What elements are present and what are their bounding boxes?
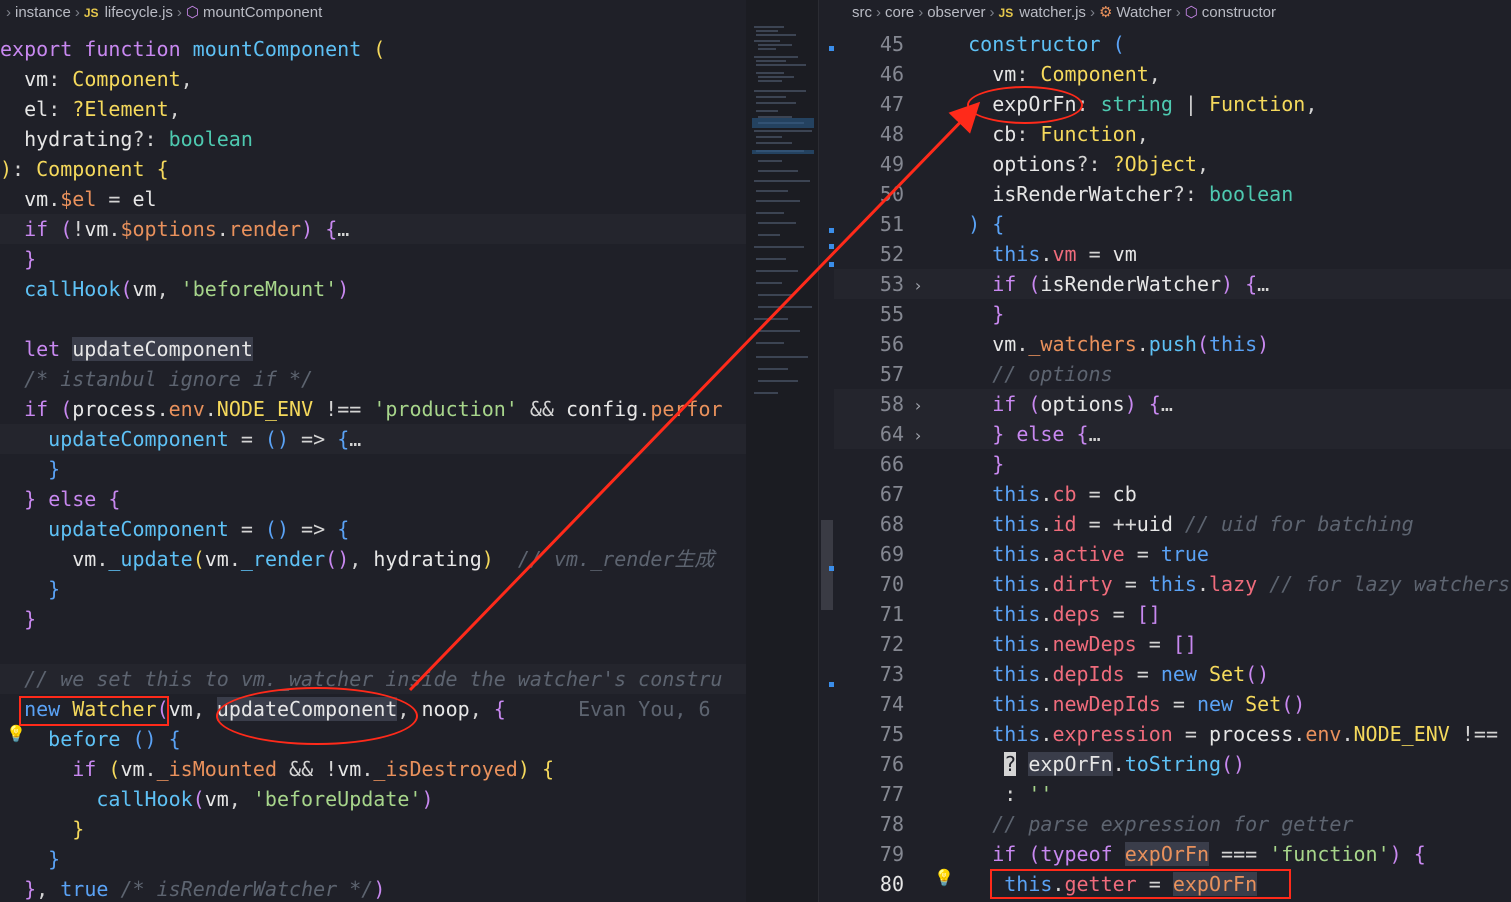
chevron-right-icon: › [918, 4, 924, 21]
breadcrumb-item-method[interactable]: constructor [1202, 4, 1276, 21]
code-line: 72 this.newDeps = [] [879, 632, 1197, 656]
code-line: 56 vm._watchers.push(this) [879, 332, 1270, 356]
vertical-scrollbar[interactable] [818, 0, 835, 902]
code-line: 74 this.newDepIds = new Set() [879, 692, 1306, 716]
code-line: } [48, 577, 61, 601]
code-line: }, true /* isRenderWatcher */) [24, 877, 386, 901]
chevron-right-icon: › [876, 4, 881, 21]
code-line: 53 › if (isRenderWatcher) {… [834, 269, 1511, 299]
code-line: } [24, 607, 37, 631]
new-watcher-highlight-box [19, 696, 169, 726]
minimap[interactable] [746, 0, 818, 902]
code-line: 52 this.vm = vm [879, 242, 1137, 266]
fold-chevron-icon[interactable]: › [904, 271, 932, 301]
chevron-right-icon: › [6, 4, 11, 21]
code-line: /* istanbul ignore if */ [24, 367, 314, 391]
code-line: 58 › if (options) {… [834, 389, 1511, 419]
code-line: updateComponent = () => { [48, 517, 350, 541]
code-line: // we set this to vm._watcher inside the… [0, 664, 746, 694]
code-line: 69 this.active = true [879, 542, 1209, 566]
class-icon: ⚙ [1098, 4, 1113, 21]
code-line: hydrating?: boolean [24, 127, 253, 151]
code-line: vm.$el = el [24, 187, 157, 211]
update-component-highlight-ellipse [216, 687, 418, 745]
code-line: let updateComponent [24, 337, 253, 361]
code-line: 64 › } else {… [834, 419, 1511, 449]
code-line: if (vm._isMounted && !vm._isDestroyed) { [72, 757, 554, 781]
js-file-icon: JS [83, 6, 99, 20]
chevron-right-icon: › [1175, 4, 1181, 21]
right-editor-pane[interactable]: src › core › observer › JS watcher.js › ⚙ Watcher ›… [834, 0, 1511, 902]
code-line: 75 this.expression = process.env.NODE_EN… [879, 722, 1498, 746]
code-line: 70 this.dirty = this.lazy // for lazy wa… [879, 572, 1511, 596]
code-line: 78 // parse expression for getter [879, 812, 1354, 836]
code-line: callHook(vm, 'beforeUpdate') [96, 787, 434, 811]
code-line: 57 // options [879, 362, 1113, 386]
code-line: 47 expOrFn: string | Function, [879, 92, 1318, 116]
code-line: 49 options?: ?Object, [879, 152, 1209, 176]
code-line: 73 this.depIds = new Set() [879, 662, 1270, 686]
lightbulb-icon[interactable]: 💡 [6, 724, 26, 743]
code-line: 76 ? expOrFn.toString() [879, 752, 1246, 776]
code-line: 68 this.id = ++uid // uid for batching [879, 512, 1414, 536]
method-icon: ⬡ [1184, 4, 1198, 21]
exporfn-param-highlight-ellipse [967, 86, 1083, 124]
code-line: } [48, 457, 61, 481]
breadcrumb-item-instance[interactable]: instance [15, 4, 71, 21]
code-line: 51 ) { [879, 212, 1005, 236]
left-breadcrumb: › instance › JS lifecycle.js › ⬡ mountComponent [0, 0, 746, 26]
code-line: 55 } [879, 302, 1005, 326]
fold-chevron-icon[interactable]: › [904, 421, 932, 451]
this-getter-highlight-box [990, 869, 1291, 899]
chevron-right-icon: › [176, 4, 182, 21]
breadcrumb-item-file[interactable]: lifecycle.js [105, 4, 173, 21]
minimap-preview [752, 26, 814, 394]
code-line: 71 this.deps = [] [879, 602, 1161, 626]
breadcrumb-item-class[interactable]: Watcher [1116, 4, 1171, 21]
code-line: 45 constructor ( [879, 32, 1125, 56]
code-line: vm._update(vm._render(), hydrating) // v… [72, 547, 715, 571]
code-line: } [24, 247, 37, 271]
code-line: export function mountComponent ( [0, 37, 386, 61]
chevron-right-icon: › [989, 4, 995, 21]
chevron-right-icon: › [74, 4, 80, 21]
right-breadcrumb: src › core › observer › JS watcher.js › ⚙ Watcher ›… [834, 0, 1511, 26]
fold-chevron-icon[interactable]: › [904, 391, 932, 421]
code-line: 48 cb: Function, [879, 122, 1149, 146]
code-line: } else { [24, 487, 121, 511]
left-editor-pane[interactable]: › instance › JS lifecycle.js › ⬡ mountComponent… [0, 0, 746, 902]
right-code-area[interactable]: 45 constructor ( 46 vm: Component, 47 ex… [834, 29, 1511, 899]
breadcrumb-item-observer[interactable]: observer [927, 4, 985, 21]
code-line: updateComponent = () => {… [0, 424, 746, 454]
code-line: el: ?Element, [24, 97, 181, 121]
left-code-area[interactable]: export function mountComponent ( vm: Com… [0, 34, 746, 902]
code-line: if (!vm.$options.render) {… [0, 214, 746, 244]
code-line: callHook(vm, 'beforeMount') [24, 277, 350, 301]
code-line: } [72, 817, 85, 841]
code-line: 66 } [879, 452, 1005, 476]
scrollbar-thumb[interactable] [821, 520, 833, 610]
method-icon: ⬡ [185, 4, 200, 21]
code-line: ): Component { [0, 157, 169, 181]
breadcrumb-item-function[interactable]: mountComponent [203, 4, 322, 21]
code-line: vm: Component, [24, 67, 193, 91]
js-file-icon: JS [998, 6, 1014, 20]
chevron-right-icon: › [1089, 4, 1095, 21]
breadcrumb-item-core[interactable]: core [885, 4, 914, 21]
breadcrumb-item-file[interactable]: watcher.js [1019, 4, 1086, 21]
breadcrumb-item-src[interactable]: src [852, 4, 872, 21]
lightbulb-icon[interactable]: 💡 [934, 868, 954, 887]
code-line: 50 isRenderWatcher?: boolean [879, 182, 1294, 206]
code-line: 77 : '' [879, 782, 1053, 806]
code-line: 67 this.cb = cb [879, 482, 1137, 506]
code-line: 79 if (typeof expOrFn === 'function') { [879, 842, 1426, 866]
code-line: if (process.env.NODE_ENV !== 'production… [24, 397, 723, 421]
code-line: } [48, 847, 61, 871]
code-line: 46 vm: Component, [879, 62, 1161, 86]
